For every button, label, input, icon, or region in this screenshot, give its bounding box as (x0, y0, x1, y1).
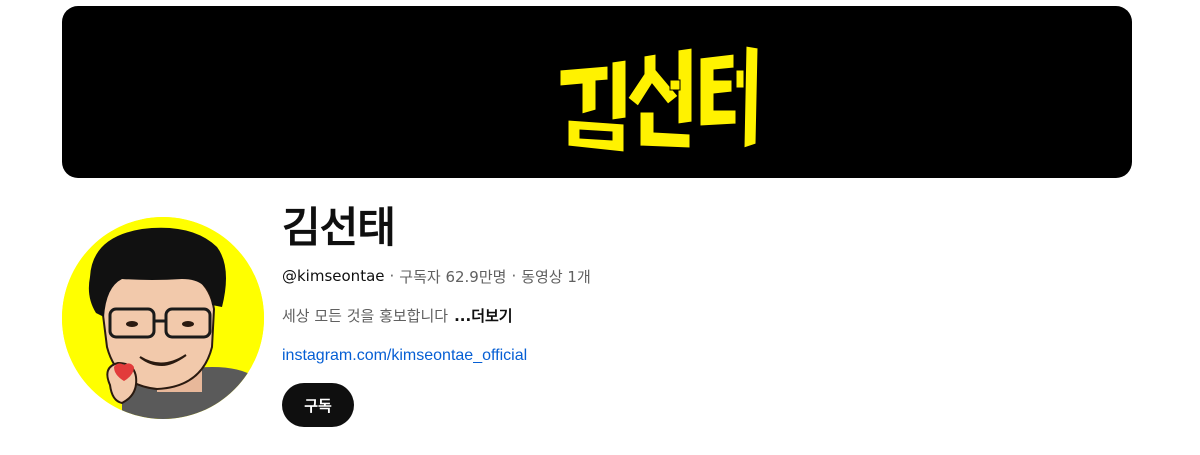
channel-header: 김선태 @kimseontae · 구독자 62.9만명 · 동영상 1개 세상… (0, 0, 1200, 455)
channel-description[interactable]: 세상 모든 것을 홍보합니다 ...더보기 (282, 303, 513, 327)
channel-title: 김선태 (282, 203, 396, 252)
video-count: 동영상 1개 (521, 267, 591, 286)
banner-logo (559, 45, 759, 153)
channel-meta: @kimseontae · 구독자 62.9만명 · 동영상 1개 (282, 264, 591, 288)
instagram-link[interactable]: instagram.com/kimseontae_official (282, 347, 527, 365)
separator-dot: · (389, 267, 395, 285)
description-text: 세상 모든 것을 홍보합니다 (282, 306, 449, 325)
caricature-avatar-icon (62, 217, 264, 419)
channel-handle: @kimseontae (282, 267, 385, 285)
channel-avatar[interactable] (62, 217, 264, 419)
channel-banner (62, 6, 1132, 178)
channel-links: instagram.com/kimseontae_official (282, 344, 527, 368)
separator-dot: · (511, 267, 517, 285)
subscriber-count: 구독자 62.9만명 (399, 267, 507, 286)
more-button[interactable]: ...더보기 (454, 305, 513, 326)
subscribe-button[interactable]: 구독 (282, 383, 354, 427)
